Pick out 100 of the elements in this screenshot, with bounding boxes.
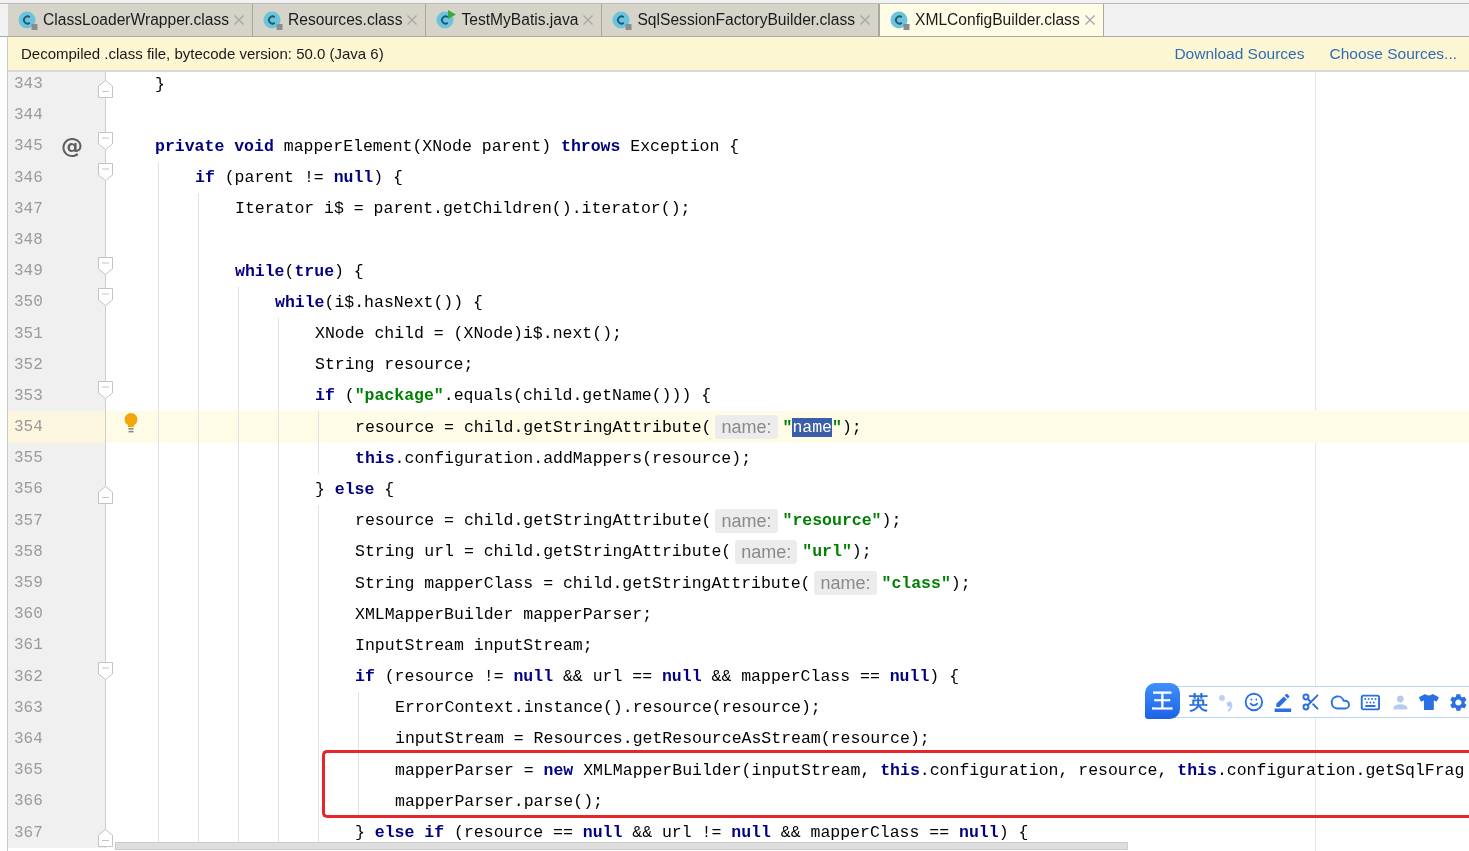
code-text: ) {: [998, 823, 1029, 842]
string-literal: ": [832, 417, 842, 437]
code-text: (i$.hasNext()) {: [324, 292, 483, 312]
line-number: 360: [14, 605, 43, 624]
code-keyword: if: [355, 667, 375, 687]
code-keyword: if: [315, 386, 335, 406]
code-keyword: null: [661, 667, 702, 687]
settings-icon[interactable]: [1448, 691, 1469, 713]
code-keyword: else: [334, 479, 375, 499]
parameter-hint: name:: [814, 571, 877, 595]
code-text: XNode child = (XNode)i$.next();: [315, 324, 622, 343]
line-number: 347: [14, 199, 43, 218]
editor-tab[interactable]: SqlSessionFactoryBuilder.class: [602, 4, 879, 36]
code-text: && url ==: [561, 667, 654, 687]
line-number: 345: [14, 137, 43, 156]
smiley-icon[interactable]: [1243, 692, 1264, 712]
banner-link[interactable]: Choose Sources...: [1329, 44, 1457, 63]
line-number: 356: [14, 480, 43, 499]
fold-marker-icon[interactable]: [98, 661, 113, 680]
code-keyword: while: [235, 261, 285, 281]
editor-tab[interactable]: XMLConfigBuilder.class: [879, 4, 1104, 36]
line-number: 361: [14, 636, 43, 655]
code-keyword: if: [195, 168, 215, 188]
line-number: 359: [14, 574, 43, 592]
code-text: }: [355, 823, 366, 842]
code-text: && mapperClass ==: [779, 823, 951, 842]
code-text: InputStream inputStream;: [355, 635, 593, 655]
class-file-icon: [890, 10, 910, 30]
code-keyword: null: [731, 823, 771, 842]
at-sign-marker[interactable]: @: [61, 135, 83, 158]
fold-marker-icon[interactable]: [98, 162, 113, 181]
code-text: mapperElement(XNode parent): [282, 136, 553, 156]
code-keyword: null: [889, 667, 930, 687]
pen-icon[interactable]: [1272, 692, 1293, 712]
shirt-icon[interactable]: [1419, 692, 1440, 712]
code-keyword: null: [513, 667, 554, 687]
ime-logo[interactable]: 王: [1145, 683, 1180, 719]
line-number: 348: [14, 230, 43, 249]
code-keyword: private void: [155, 136, 274, 156]
code-text: }: [155, 74, 165, 94]
input-mode-toggle[interactable]: 英: [1189, 692, 1208, 712]
code-text: XMLMapperBuilder(inputStream,: [582, 760, 872, 780]
code-text: (resource !=: [383, 667, 505, 687]
fold-marker-icon[interactable]: [98, 381, 113, 400]
code-text: String url = child.getStringAttribute(: [355, 542, 732, 562]
code-text: .equals(child.getName())) {: [443, 386, 712, 406]
code-text: (: [284, 261, 295, 281]
close-icon[interactable]: [234, 15, 245, 25]
fold-marker-icon[interactable]: [98, 256, 113, 275]
line-number: 352: [14, 355, 43, 374]
line-number: 353: [14, 386, 43, 405]
code-text: (resource ==: [453, 823, 574, 842]
editor-tab[interactable]: Resources.class: [253, 4, 427, 36]
code-text: );: [950, 573, 971, 593]
line-number: 363: [14, 698, 43, 717]
line-number: 367: [14, 823, 43, 842]
code-text: .configuration, resource,: [919, 760, 1169, 780]
editor-tab[interactable]: ClassLoaderWrapper.class: [8, 4, 254, 36]
code-text: );: [841, 417, 862, 437]
banner-message: Decompiled .class file, bytecode version: 50.0 (Java 6): [21, 45, 385, 62]
line-number: 351: [14, 324, 43, 343]
line-number: 354: [14, 418, 43, 437]
code-text: (parent !=: [223, 168, 325, 188]
punctuation-icon[interactable]: [1217, 692, 1235, 712]
code-keyword: null: [959, 823, 999, 842]
line-number: 365: [14, 761, 43, 780]
code-keyword: null: [582, 823, 623, 842]
class-file-icon: [612, 10, 633, 30]
class-file-icon: [263, 10, 284, 30]
close-icon[interactable]: [407, 15, 418, 25]
runnable-class-icon: [436, 10, 457, 30]
code-keyword: this: [1177, 760, 1217, 780]
code-text: .configuration.getSqlFrag: [1216, 760, 1465, 780]
code-text: Iterator i$ = parent.getChildren().iterator();: [235, 199, 691, 219]
code-text: }: [315, 479, 326, 499]
parameter-hint: name:: [715, 508, 778, 533]
code-keyword: new: [543, 760, 574, 780]
parameter-hint: name:: [715, 415, 778, 440]
editor-tab[interactable]: TestMyBatis.java: [426, 4, 603, 36]
line-number: 350: [14, 293, 43, 312]
string-literal: "package": [354, 386, 444, 406]
lightbulb-icon[interactable]: [123, 413, 138, 434]
banner-link[interactable]: Download Sources: [1174, 44, 1305, 63]
class-file-icon: [18, 10, 38, 30]
line-number: 357: [14, 511, 43, 530]
code-keyword: this: [880, 760, 920, 780]
horizontal-scrollbar[interactable]: [115, 842, 1128, 850]
parameter-hint: name:: [735, 539, 798, 564]
code-text: mapperParser.parse();: [395, 791, 603, 811]
code-text: && url !=: [631, 823, 723, 842]
line-number: 346: [14, 168, 43, 187]
close-icon[interactable]: [1084, 15, 1095, 25]
close-icon[interactable]: [860, 15, 870, 25]
close-icon[interactable]: [583, 15, 594, 25]
line-number: 355: [14, 449, 43, 468]
code-keyword: true: [294, 261, 335, 281]
fold-marker-icon[interactable]: [98, 131, 113, 150]
fold-marker-icon[interactable]: [98, 287, 113, 306]
code-keyword: this: [355, 448, 395, 468]
code-keyword: while: [275, 292, 325, 312]
